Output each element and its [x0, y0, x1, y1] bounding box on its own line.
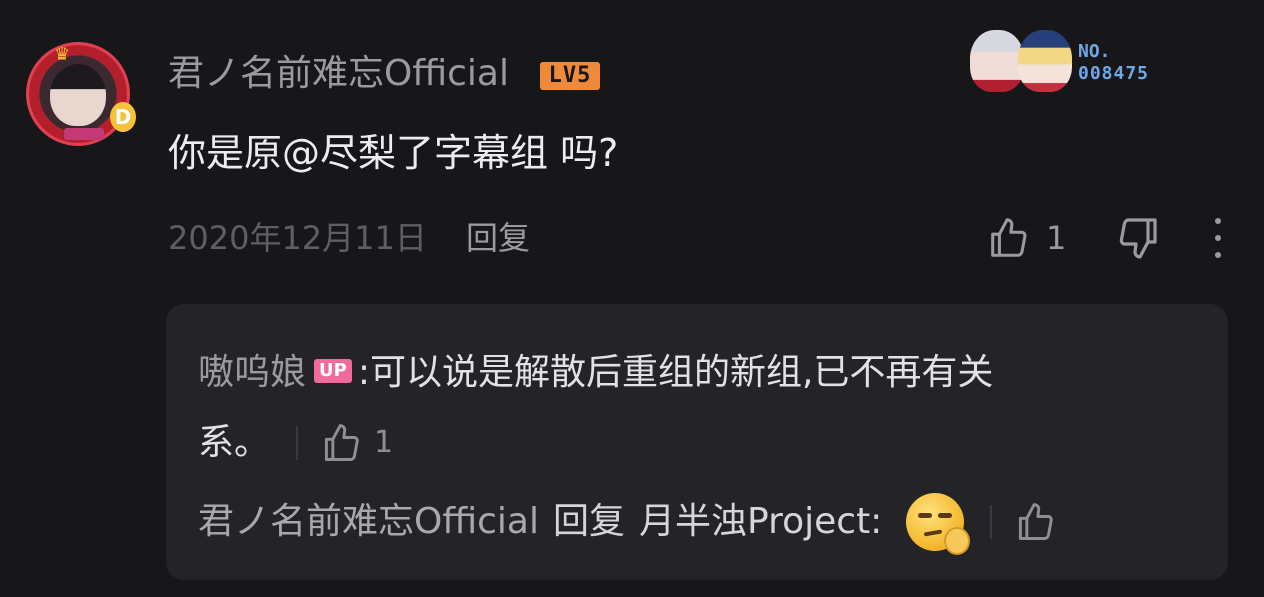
dislike-button[interactable] — [1114, 214, 1162, 262]
crown-icon: ♛ — [54, 44, 71, 65]
smug-emoji-icon — [906, 493, 971, 555]
more-options-button[interactable] — [1206, 218, 1230, 258]
emoji-eye — [918, 513, 933, 518]
decoration-character-left — [970, 30, 1024, 92]
up-badge: UP — [314, 359, 352, 383]
comment-username[interactable]: 君ノ名前难忘Official — [168, 52, 509, 96]
reply-button[interactable]: 回复 — [466, 216, 530, 260]
user-avatar[interactable]: ♛ D — [26, 42, 136, 146]
reply-item[interactable]: 嗷呜娘 UP:可以说是解散后重组的新组,已不再有关 — [198, 346, 1198, 400]
decoration-number: 008475 — [1078, 63, 1150, 84]
emoji-eye — [938, 513, 953, 518]
avatar-image — [50, 64, 106, 126]
reply-word: 回复 — [553, 501, 626, 542]
comment-message: 你是原@尽梨了字幕组 吗? — [168, 131, 619, 175]
reply-target[interactable]: 月半浊Project: — [639, 492, 882, 552]
reply-like-button[interactable]: 1 — [320, 416, 393, 470]
more-vertical-icon — [1215, 218, 1221, 224]
fan-decoration-card[interactable]: NO. 008475 — [968, 26, 1178, 96]
divider — [296, 426, 299, 460]
thumbs-up-icon — [1019, 503, 1054, 540]
reply-like-count: 1 — [374, 425, 394, 460]
avatar-badge-icon: D — [110, 102, 136, 132]
reply-username[interactable]: 君ノ名前难忘Official — [198, 492, 539, 552]
reply-username[interactable]: 嗷呜娘 — [198, 352, 306, 393]
avatar-ribbon — [64, 128, 104, 140]
decoration-character-right — [1018, 30, 1072, 92]
emoji-hand — [944, 527, 971, 555]
thumbs-up-icon — [991, 218, 1027, 257]
like-button[interactable]: 1 — [986, 214, 1066, 262]
reply-text-line2: 系。 — [198, 422, 271, 463]
like-count: 1 — [1046, 219, 1067, 257]
divider — [990, 505, 993, 539]
reply-item[interactable]: 君ノ名前难忘Official 回复 月半浊Project: — [198, 492, 1058, 555]
reply-text-line1: :可以说是解散后重组的新组,已不再有关 — [357, 352, 994, 393]
more-vertical-icon — [1215, 235, 1221, 241]
reply-like-button[interactable] — [1014, 500, 1058, 544]
reply-text-continuation: 系。 1 — [198, 416, 393, 470]
thumbs-up-icon — [324, 424, 359, 461]
replies-box[interactable]: 嗷呜娘 UP:可以说是解散后重组的新组,已不再有关 系。 1 君ノ名前难忘Offi… — [166, 304, 1228, 580]
thumbs-down-icon — [1119, 218, 1157, 259]
comment-card: ♛ D 君ノ名前难忘Official LV5 NO. 008475 你是原@尽梨… — [0, 0, 1264, 597]
decoration-label: NO. — [1078, 41, 1111, 62]
comment-date: 2020年12月11日 — [168, 219, 427, 257]
level-badge: LV5 — [540, 62, 600, 90]
more-vertical-icon — [1215, 252, 1221, 258]
